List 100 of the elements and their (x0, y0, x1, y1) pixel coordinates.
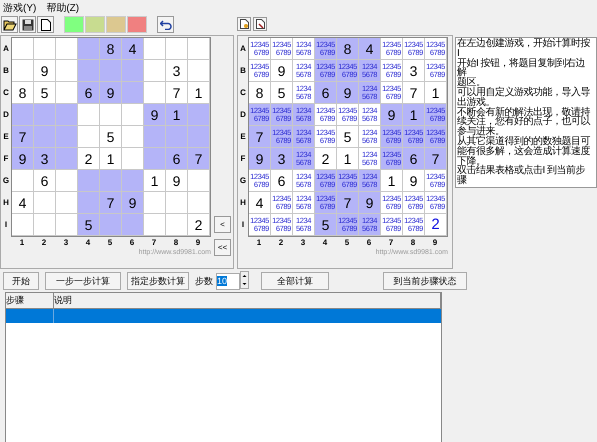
grid-cell[interactable]: 2 (315, 148, 337, 170)
grid-cell[interactable]: 1 (337, 148, 359, 170)
grid-cell[interactable]: 3 (166, 60, 188, 82)
grid-cell[interactable]: 7 (100, 192, 122, 214)
document-icon[interactable] (253, 17, 267, 31)
grid-cell[interactable]: 9 (166, 170, 188, 192)
menu-item[interactable]: 游戏(Y) (3, 0, 36, 14)
grid-cell[interactable]: 8 (249, 82, 271, 104)
grid-cell[interactable] (144, 82, 166, 104)
step-button[interactable]: 一步一步计算 (45, 272, 121, 290)
grid-cell[interactable]: 1 (403, 104, 425, 126)
grid-cell[interactable] (56, 148, 78, 170)
new-document-icon[interactable] (37, 16, 54, 33)
grid-cell[interactable]: 9 (403, 170, 425, 192)
grid-cell[interactable] (34, 104, 56, 126)
grid-cell[interactable] (78, 192, 100, 214)
grid-cell[interactable]: 5 (34, 82, 56, 104)
grid-cell[interactable] (166, 38, 188, 60)
grid-cell[interactable] (34, 214, 56, 236)
grid-cell[interactable] (166, 214, 188, 236)
grid-cell[interactable] (122, 104, 144, 126)
grid-cell[interactable] (122, 170, 144, 192)
grid-cell[interactable]: 1 (381, 170, 403, 192)
grid-cell[interactable]: 1 (144, 170, 166, 192)
goto-step-button[interactable]: 到当前步骤状态 (383, 272, 467, 290)
grid-cell[interactable] (122, 60, 144, 82)
grid-cell[interactable]: 7 (337, 192, 359, 214)
grid-cell[interactable]: 5 (78, 214, 100, 236)
grid-cell[interactable] (100, 170, 122, 192)
column-header[interactable]: 步骤 (6, 293, 54, 308)
nav-button[interactable]: << (214, 239, 231, 256)
grid-cell[interactable] (34, 192, 56, 214)
help-text-box[interactable]: 在左边创建游戏，开始计算时按 I 开始I 按钮，将题目复制到右边 解 题区。 可以用自定义游戏功能，导入导 出游戏。 不断会有新的解法出现，敬请持 续关注，您有好的点子，也可以 参与进来。 从其它渠道得到的的数独题目可 能有很多解，这会造成计算速度 下降。 双击结果表格或点击I 到当前步 骤 (455, 37, 597, 188)
grid-cell[interactable]: 4 (359, 38, 381, 60)
grid-cell[interactable] (34, 38, 56, 60)
grid-cell[interactable] (12, 170, 34, 192)
undo-icon[interactable] (157, 16, 174, 33)
grid-cell[interactable]: 9 (12, 148, 34, 170)
grid-cell[interactable]: 8 (100, 38, 122, 60)
grid-cell[interactable]: 9 (359, 192, 381, 214)
grid-cell[interactable] (56, 170, 78, 192)
grid-cell[interactable]: 2 (425, 214, 447, 236)
grid-cell[interactable] (188, 192, 210, 214)
grid-cell[interactable] (122, 148, 144, 170)
grid-cell[interactable] (56, 38, 78, 60)
grid-cell[interactable] (78, 38, 100, 60)
grid-cell[interactable]: 7 (403, 82, 425, 104)
steps-input[interactable]: 10 (216, 272, 240, 290)
grid-cell[interactable] (56, 82, 78, 104)
grid-cell[interactable]: 4 (249, 192, 271, 214)
grid-cell[interactable]: 9 (34, 60, 56, 82)
color-swatch-button[interactable] (85, 16, 105, 33)
grid-cell[interactable] (144, 126, 166, 148)
grid-cell[interactable] (100, 104, 122, 126)
grid-cell[interactable]: 3 (403, 60, 425, 82)
grid-cell[interactable]: 3 (271, 148, 293, 170)
grid-cell[interactable] (166, 126, 188, 148)
nav-button[interactable]: < (214, 216, 231, 233)
grid-cell[interactable]: 6 (403, 148, 425, 170)
grid-cell[interactable]: 6 (78, 82, 100, 104)
grid-cell[interactable]: 1 (425, 82, 447, 104)
grid-cell[interactable] (12, 38, 34, 60)
grid-cell[interactable] (78, 126, 100, 148)
grid-cell[interactable] (56, 214, 78, 236)
grid-cell[interactable]: 4 (122, 38, 144, 60)
grid-cell[interactable] (56, 104, 78, 126)
grid-cell[interactable]: 5 (337, 126, 359, 148)
grid-cell[interactable]: 7 (425, 148, 447, 170)
grid-cell[interactable] (166, 192, 188, 214)
grid-cell[interactable]: 1 (166, 104, 188, 126)
grid-cell[interactable]: 7 (249, 126, 271, 148)
grid-cell[interactable] (100, 60, 122, 82)
color-swatch-button[interactable] (106, 16, 126, 33)
grid-cell[interactable]: 1 (100, 148, 122, 170)
grid-cell[interactable]: 2 (188, 214, 210, 236)
grid-cell[interactable] (100, 214, 122, 236)
grid-cell[interactable] (12, 104, 34, 126)
grid-cell[interactable] (56, 126, 78, 148)
grid-cell[interactable]: 9 (100, 82, 122, 104)
grid-cell[interactable] (144, 60, 166, 82)
grid-cell[interactable]: 9 (381, 104, 403, 126)
grid-cell[interactable]: 9 (122, 192, 144, 214)
grid-cell[interactable]: 7 (188, 148, 210, 170)
menu-item[interactable]: 帮助(Z) (46, 0, 80, 14)
grid-cell[interactable]: 4 (12, 192, 34, 214)
grid-cell[interactable]: 6 (34, 170, 56, 192)
grid-cell[interactable] (56, 192, 78, 214)
save-icon[interactable] (19, 16, 36, 33)
color-swatch-button[interactable] (127, 16, 147, 33)
grid-cell[interactable]: 9 (249, 148, 271, 170)
grid-cell[interactable]: 5 (100, 126, 122, 148)
grid-cell[interactable] (144, 148, 166, 170)
grid-cell[interactable] (144, 38, 166, 60)
grid-cell[interactable] (188, 38, 210, 60)
grid-cell[interactable]: 5 (315, 214, 337, 236)
grid-cell[interactable] (188, 126, 210, 148)
grid-cell[interactable] (122, 126, 144, 148)
grid-cell[interactable]: 6 (166, 148, 188, 170)
color-swatch-button[interactable] (64, 16, 84, 33)
grid-cell[interactable] (78, 104, 100, 126)
